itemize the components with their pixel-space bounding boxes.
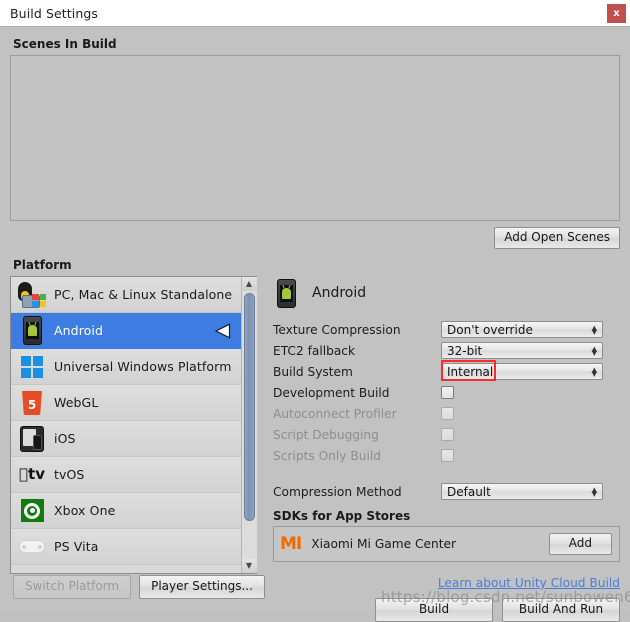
cloud-build-link-row: Learn about Unity Cloud Build xyxy=(273,576,620,590)
html5-icon: 5 xyxy=(17,388,47,418)
field-scripts-only-build: Scripts Only Build xyxy=(273,446,620,465)
platform-item-ios[interactable]: iOS xyxy=(11,421,241,457)
android-settings-panel: Android Texture Compression Don't overri… xyxy=(273,276,620,622)
selected-platform-name: Android xyxy=(312,285,367,301)
scrollbar-thumb[interactable] xyxy=(243,293,255,521)
unity-cloud-build-link[interactable]: Learn about Unity Cloud Build xyxy=(438,576,620,590)
platform-item-android[interactable]: Android xyxy=(11,313,241,349)
chevron-updown-icon: ▲ ▼ xyxy=(591,344,597,357)
unity-logo-icon xyxy=(214,322,231,339)
add-open-scenes-button[interactable]: Add Open Scenes xyxy=(494,227,620,249)
platform-item-label: tvOS xyxy=(54,467,85,482)
dropdown-value: 32-bit xyxy=(447,343,483,358)
field-label: Development Build xyxy=(273,385,390,400)
window-title: Build Settings xyxy=(10,5,99,21)
dropdown-value: Internal xyxy=(447,364,494,379)
platform-item-tvos[interactable]: tv tvOS xyxy=(11,457,241,493)
field-label: Autoconnect Profiler xyxy=(273,406,397,421)
build-button[interactable]: Build xyxy=(375,598,493,622)
scripts-only-build-checkbox xyxy=(441,449,454,462)
platform-item-label: iOS xyxy=(54,431,76,446)
xbox-icon xyxy=(17,496,47,526)
windows-icon xyxy=(17,352,47,382)
build-and-run-button[interactable]: Build And Run xyxy=(502,598,620,622)
etc2-fallback-dropdown[interactable]: 32-bit ▲ ▼ xyxy=(441,342,603,359)
field-development-build: Development Build xyxy=(273,383,620,402)
platform-item-label: PS Vita xyxy=(54,539,99,554)
chevron-updown-icon: ▲ ▼ xyxy=(591,365,597,378)
field-label: Compression Method xyxy=(273,484,402,499)
platform-list[interactable]: PC, Mac & Linux Standalone Android Unive… xyxy=(11,277,241,573)
scroll-up-icon[interactable]: ▲ xyxy=(241,277,257,291)
platform-item-pc-mac-linux-standalone[interactable]: PC, Mac & Linux Standalone xyxy=(11,277,241,313)
field-label: Scripts Only Build xyxy=(273,448,381,463)
field-texture-compression: Texture Compression Don't override ▲ ▼ xyxy=(273,320,620,339)
field-label: Build System xyxy=(273,364,353,379)
platform-item-ps-vita[interactable]: PS Vita xyxy=(11,529,241,565)
pc-mac-linux-icon xyxy=(17,280,47,310)
platform-item-label: Xbox One xyxy=(54,503,116,518)
platform-item-webgl[interactable]: 5 WebGL xyxy=(11,385,241,421)
scenes-in-build-header: Scenes In Build xyxy=(13,37,117,51)
scenes-in-build-list[interactable] xyxy=(10,55,620,221)
build-settings-body: Scenes In Build Add Open Scenes Platform… xyxy=(0,28,630,622)
field-build-system: Build System Internal ▲ ▼ xyxy=(273,360,620,381)
field-etc2-fallback: ETC2 fallback 32-bit ▲ ▼ xyxy=(273,341,620,360)
dropdown-value: Default xyxy=(447,484,491,499)
scroll-up-glyph: ▲ xyxy=(245,279,253,288)
psvita-icon xyxy=(17,532,47,562)
android-icon xyxy=(273,278,299,308)
field-compression-method: Compression Method Default ▲ ▼ xyxy=(273,482,620,501)
autoconnect-profiler-checkbox xyxy=(441,407,454,420)
script-debugging-checkbox xyxy=(441,428,454,441)
scroll-down-glyph: ▼ xyxy=(245,561,253,570)
platform-item-label: WebGL xyxy=(54,395,99,410)
chevron-updown-icon: ▲ ▼ xyxy=(591,323,597,336)
field-label: Texture Compression xyxy=(273,322,401,337)
dropdown-value: Don't override xyxy=(447,322,533,337)
platform-item-universal-windows-platform[interactable]: Universal Windows Platform xyxy=(11,349,241,385)
field-autoconnect-profiler: Autoconnect Profiler xyxy=(273,404,620,423)
ios-icon xyxy=(17,424,47,454)
switch-platform-button[interactable]: Switch Platform xyxy=(13,575,132,599)
field-label: ETC2 fallback xyxy=(273,343,356,358)
field-label: Script Debugging xyxy=(273,427,379,442)
build-actions: Build Build And Run xyxy=(273,598,620,622)
sdk-item-name: Xiaomi Mi Game Center xyxy=(311,537,456,551)
platform-header: Platform xyxy=(13,258,72,272)
sdks-header: SDKs for App Stores xyxy=(273,509,411,523)
chevron-updown-icon: ▲ ▼ xyxy=(591,485,597,498)
development-build-checkbox[interactable] xyxy=(441,386,454,399)
build-system-dropdown[interactable]: Internal ▲ ▼ xyxy=(441,363,603,380)
platform-list-container: PC, Mac & Linux Standalone Android Unive… xyxy=(10,276,257,574)
platform-item-label: Universal Windows Platform xyxy=(54,359,232,374)
platform-item-label: PC, Mac & Linux Standalone xyxy=(54,287,233,302)
footer-actions: Switch Platform Player Settings... xyxy=(13,575,265,599)
sdk-list: MI Xiaomi Mi Game Center Add xyxy=(273,526,620,562)
window-titlebar: Build Settings x xyxy=(0,0,630,27)
platform-list-scrollbar[interactable]: ▲ ▼ xyxy=(241,277,257,573)
tvos-icon: tv xyxy=(19,465,45,483)
scrollbar-track[interactable] xyxy=(241,291,257,559)
android-icon xyxy=(17,316,47,346)
selected-platform-header: Android xyxy=(273,276,620,310)
field-script-debugging: Script Debugging xyxy=(273,425,620,444)
compression-method-dropdown[interactable]: Default ▲ ▼ xyxy=(441,483,603,500)
platform-area: PC, Mac & Linux Standalone Android Unive… xyxy=(10,276,620,622)
xiaomi-logo-icon: MI xyxy=(280,533,302,554)
add-open-scenes-row: Add Open Scenes xyxy=(10,227,620,249)
platform-item-label: Android xyxy=(54,323,104,338)
add-sdk-button[interactable]: Add xyxy=(548,533,612,555)
scroll-down-icon[interactable]: ▼ xyxy=(241,559,257,573)
close-icon[interactable]: x xyxy=(607,4,626,23)
texture-compression-dropdown[interactable]: Don't override ▲ ▼ xyxy=(441,321,603,338)
platform-item-xbox-one[interactable]: Xbox One xyxy=(11,493,241,529)
player-settings-button[interactable]: Player Settings... xyxy=(139,575,265,599)
